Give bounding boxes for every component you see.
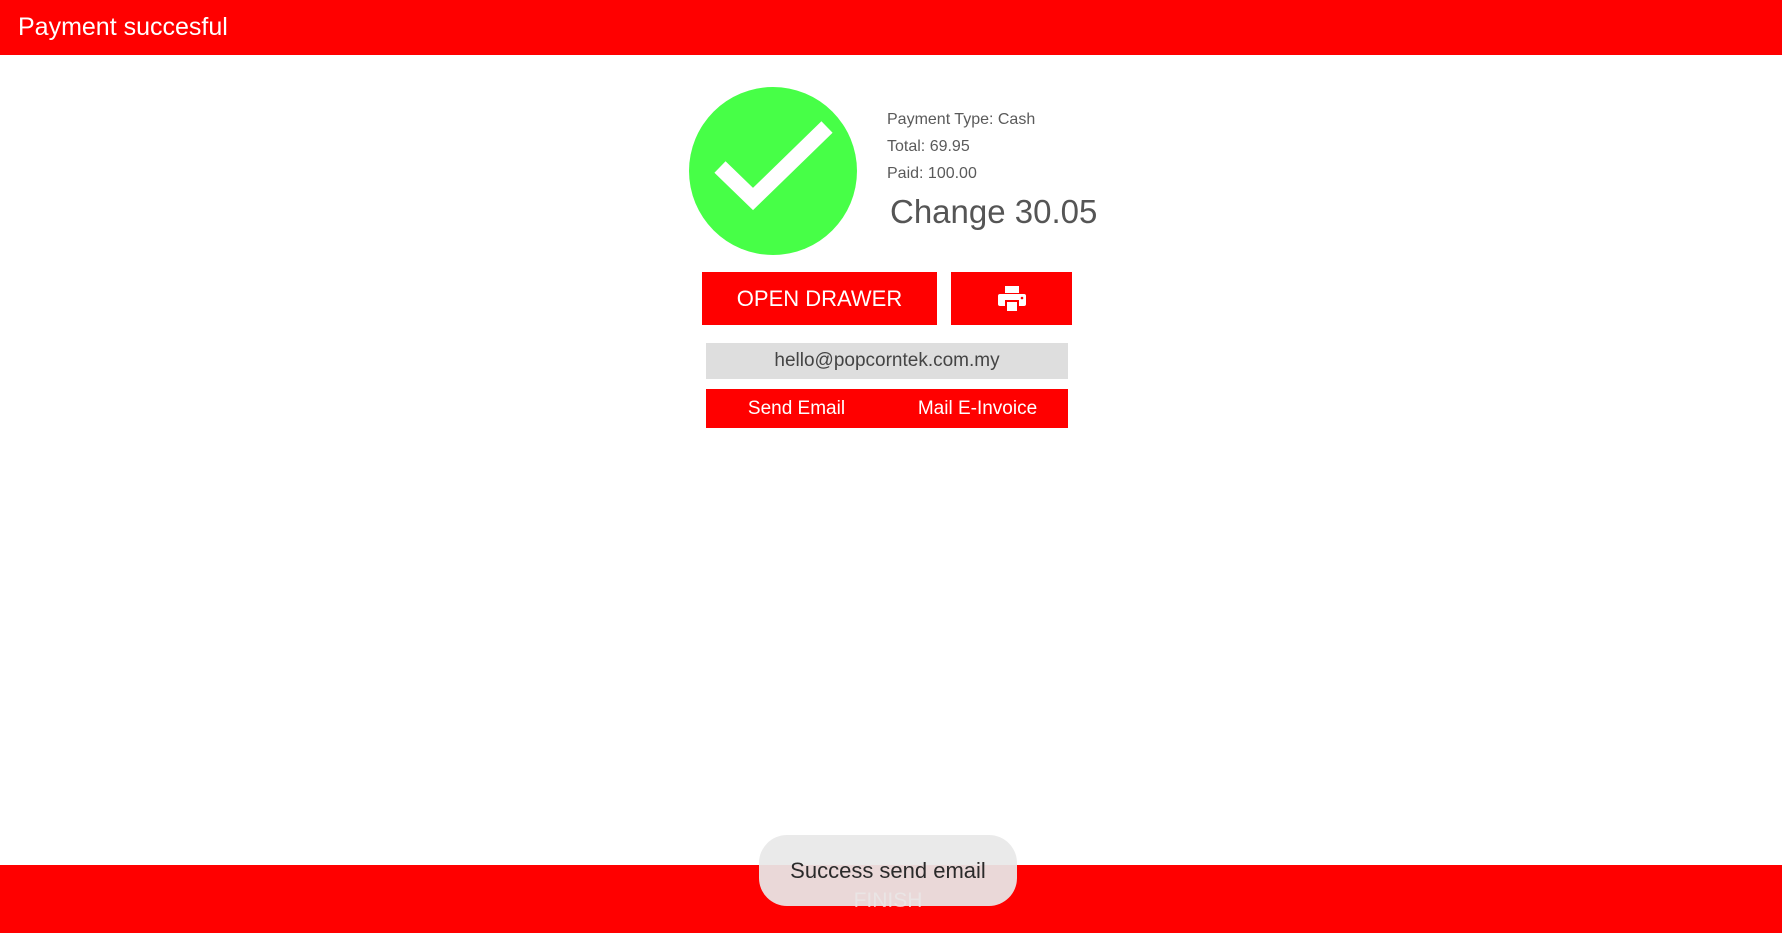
paid-text: Paid: 100.00 bbox=[887, 165, 977, 182]
change-amount-text: Change 30.05 bbox=[890, 193, 1098, 230]
payment-type-text: Payment Type: Cash bbox=[887, 111, 1036, 128]
email-actions-bar: Send Email Mail E-Invoice bbox=[706, 389, 1068, 428]
toast-notification: Success send email bbox=[759, 835, 1017, 906]
success-check-icon bbox=[689, 87, 857, 255]
toast-message: Success send email bbox=[790, 857, 986, 883]
print-receipt-button[interactable] bbox=[951, 272, 1072, 325]
open-drawer-button[interactable]: OPEN DRAWER bbox=[702, 272, 937, 325]
email-field[interactable] bbox=[706, 343, 1068, 379]
printer-icon bbox=[997, 285, 1026, 312]
app-header: Payment succesful bbox=[0, 0, 1782, 55]
mail-e-invoice-button[interactable]: Mail E-Invoice bbox=[887, 389, 1068, 428]
check-icon bbox=[714, 121, 833, 211]
send-email-button[interactable]: Send Email bbox=[706, 389, 887, 428]
total-text: Total: 69.95 bbox=[887, 138, 970, 155]
payment-success-screen: Payment succesful Payment Type: Cash Tot… bbox=[0, 0, 1782, 933]
page-title: Payment succesful bbox=[18, 13, 228, 41]
